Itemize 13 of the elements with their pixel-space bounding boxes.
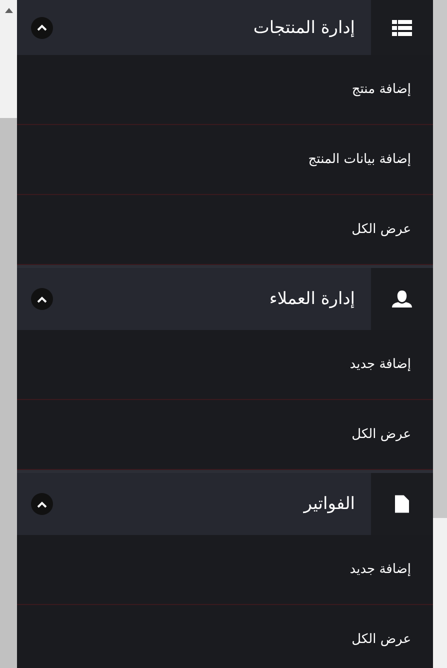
chevron-icon[interactable] (31, 16, 53, 38)
section-header[interactable]: إدارة المنتجات (17, 0, 371, 55)
chevron-icon[interactable] (31, 288, 53, 310)
file-icon (395, 495, 409, 513)
scroll-up-icon[interactable] (4, 8, 12, 13)
section-header[interactable]: إدارة العملاء (17, 268, 371, 330)
chevron-icon[interactable] (31, 493, 53, 515)
section-header[interactable]: الفواتير (17, 473, 371, 535)
list-icon (392, 18, 412, 36)
scrollbar[interactable] (0, 0, 17, 668)
user-icon (392, 290, 412, 308)
menu-item[interactable]: عرض الكل (17, 605, 433, 668)
scrollbar[interactable] (433, 0, 447, 668)
